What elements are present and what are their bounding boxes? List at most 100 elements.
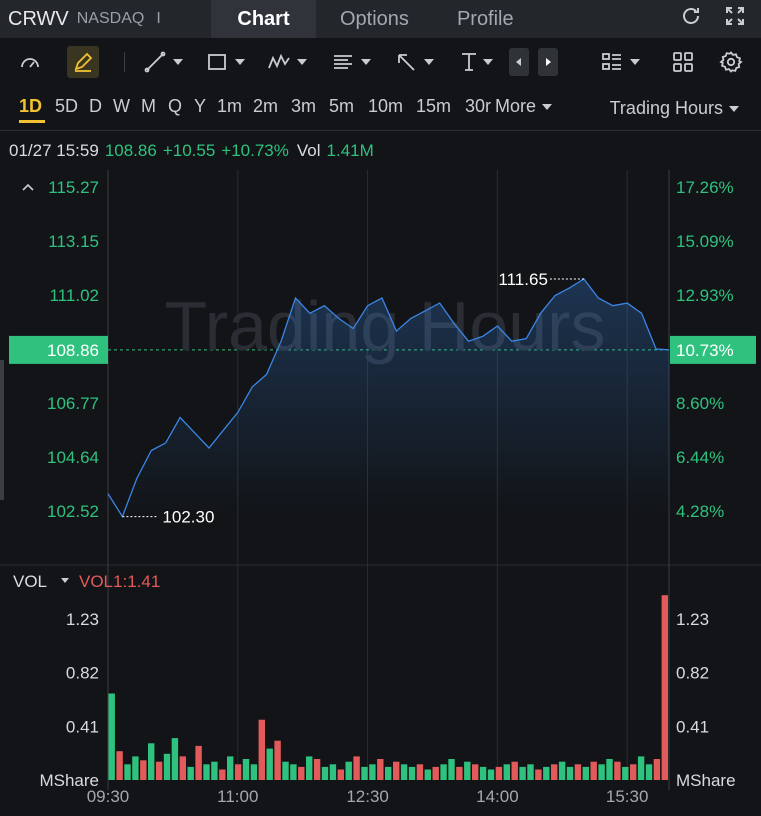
volume-left-tick: 0.82	[66, 664, 99, 683]
measure-tool[interactable]	[457, 46, 493, 78]
volume-bar	[503, 764, 510, 780]
volume-bar	[242, 759, 250, 780]
volume-bar	[637, 756, 645, 780]
volume-bar	[551, 764, 558, 780]
volume-bar	[661, 595, 668, 780]
fullscreen-icon[interactable]	[723, 4, 747, 33]
volume-bar	[487, 769, 495, 780]
refresh-icon[interactable]	[679, 4, 703, 33]
chevron-down-icon	[61, 578, 69, 583]
volume-bar	[211, 761, 218, 780]
period-10m[interactable]: 10m	[368, 96, 403, 117]
volume-bar	[306, 756, 313, 780]
volume-bar	[535, 769, 542, 780]
period-w[interactable]: W	[113, 96, 130, 117]
header-separator: I	[156, 10, 161, 27]
volume-unit-right: MShare	[676, 771, 736, 790]
period-15m[interactable]: 15m	[416, 96, 451, 117]
volume-bar	[519, 766, 526, 780]
period-d[interactable]: D	[89, 96, 102, 117]
volume-bar	[282, 761, 289, 780]
volume-bar	[543, 766, 550, 780]
zigzag-pattern-icon	[268, 53, 290, 69]
quote-line: 01/27 15:59 108.86 +10.55 +10.73% Vol 1.…	[9, 141, 374, 161]
fibonacci-lines-icon	[334, 55, 352, 69]
volume-bar	[163, 753, 171, 780]
period-1d[interactable]: 1D	[19, 96, 42, 117]
volume-bar	[187, 766, 194, 780]
volume-bar	[511, 761, 518, 780]
arrow-tool[interactable]	[394, 46, 434, 78]
session-dropdown[interactable]: Trading Hours	[610, 98, 739, 119]
volume-right-tick: 1.23	[676, 610, 709, 629]
rectangle-tool[interactable]	[205, 46, 245, 78]
volume-bar	[234, 764, 242, 780]
speedometer-tool[interactable]	[18, 46, 42, 78]
speedometer-icon	[21, 58, 39, 68]
volume-bar	[313, 759, 321, 780]
volume-bar	[424, 769, 431, 780]
volume-bar	[361, 766, 368, 780]
period-q[interactable]: Q	[168, 96, 182, 117]
tab-profile[interactable]: Profile	[433, 0, 538, 38]
chevron-up-icon	[22, 183, 34, 191]
period-5m[interactable]: 5m	[329, 96, 354, 117]
more-label: More	[495, 96, 537, 116]
period-30m[interactable]: 30r	[465, 96, 491, 117]
volume-bar	[298, 766, 305, 780]
volume-bar	[179, 756, 186, 780]
arrow-icon	[398, 54, 415, 71]
period-y[interactable]: Y	[194, 96, 206, 117]
volume-bar	[385, 766, 392, 780]
pattern-tool[interactable]	[267, 46, 307, 78]
left-price-tick: 104.64	[47, 448, 99, 467]
volume-left-tick: 1.23	[66, 610, 99, 629]
top-icons	[679, 4, 747, 33]
more-periods-dropdown[interactable]: More	[495, 96, 553, 117]
volume-bar	[582, 766, 589, 780]
volume-bar	[148, 743, 155, 780]
period-selector: 1D 5D D W M Q Y 1m 2m 3m 5m 10m 15m 30r …	[0, 90, 761, 124]
right-pct-tick: 8.60%	[676, 394, 724, 413]
fibonacci-tool[interactable]	[331, 46, 371, 78]
volume-right-tick: 0.41	[676, 717, 709, 736]
period-3m[interactable]: 3m	[291, 96, 316, 117]
scroll-left-button[interactable]	[509, 46, 529, 78]
quote-change: +10.55	[162, 141, 216, 160]
period-2m[interactable]: 2m	[253, 96, 278, 117]
pen-icon	[74, 52, 93, 72]
price-volume-chart[interactable]: Trading Hours 111.65102.30 115.27113.151…	[0, 170, 761, 816]
drawing-toolbar	[0, 40, 761, 84]
period-5d[interactable]: 5D	[55, 96, 78, 117]
quote-vol-label: Vol	[296, 141, 321, 160]
right-pct-tick: 17.26%	[676, 178, 734, 197]
ticker-symbol: CRWV	[8, 7, 69, 30]
volume-bar	[590, 761, 597, 780]
period-m[interactable]: M	[141, 96, 156, 117]
quote-change-pct: +10.73%	[221, 141, 289, 160]
time-tick-label: 14:00	[476, 787, 519, 806]
volume-bar	[598, 764, 605, 780]
scroll-right-button[interactable]	[538, 46, 558, 78]
line-tool[interactable]	[143, 46, 183, 78]
measure-icon	[462, 53, 476, 71]
settings-button[interactable]	[719, 46, 743, 78]
indicator-list-tool[interactable]	[600, 46, 640, 78]
high-price-label: 111.65	[498, 270, 547, 289]
right-pct-tick: 4.28%	[676, 502, 724, 521]
volume-bar	[527, 764, 534, 780]
quote-timestamp: 01/27 15:59	[9, 141, 99, 160]
period-1m[interactable]: 1m	[217, 96, 242, 117]
quote-vol-value: 1.41M	[326, 141, 374, 160]
right-pct-tick: 15.09%	[676, 232, 734, 251]
grid-layout-button[interactable]	[671, 46, 695, 78]
right-pct-tick: 6.44%	[676, 448, 724, 467]
pen-tool[interactable]	[67, 46, 99, 78]
tab-chart[interactable]: Chart	[211, 0, 316, 38]
volume-bar	[321, 766, 329, 780]
volume-bar	[124, 764, 131, 780]
tab-options[interactable]: Options	[316, 0, 433, 38]
volume-bar	[400, 764, 408, 780]
volume-bar	[155, 761, 163, 780]
volume-bar	[250, 764, 258, 780]
